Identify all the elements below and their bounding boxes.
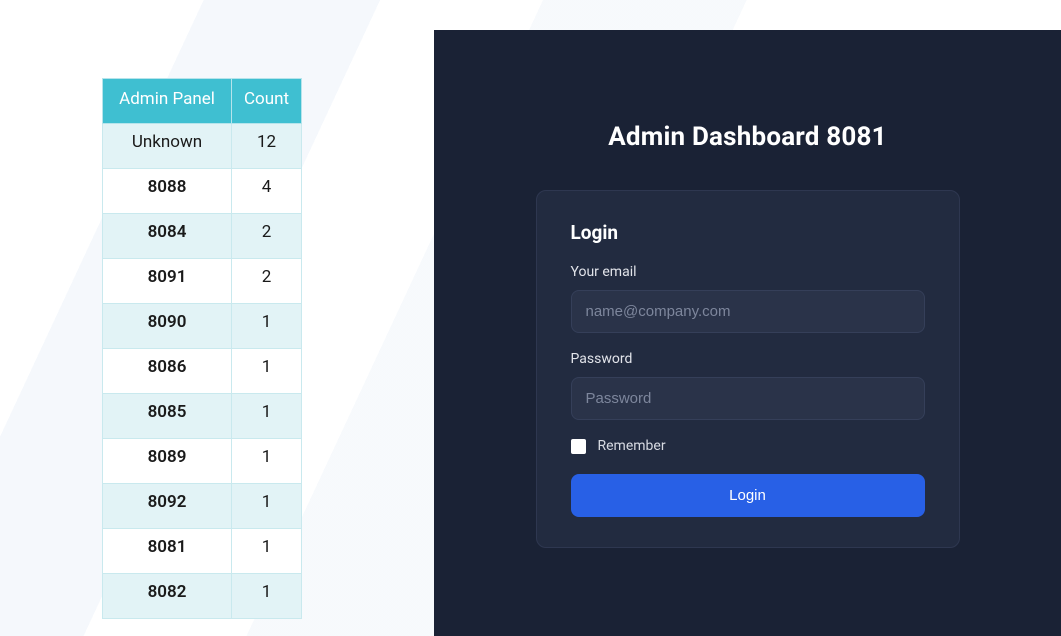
- cell-count: 1: [232, 574, 302, 619]
- table-row: Unknown12: [103, 124, 302, 169]
- cell-admin-panel: 8090: [103, 304, 232, 349]
- cell-count: 1: [232, 394, 302, 439]
- email-label: Your email: [571, 264, 925, 280]
- cell-admin-panel: 8086: [103, 349, 232, 394]
- table-row: 80811: [103, 529, 302, 574]
- cell-admin-panel: 8082: [103, 574, 232, 619]
- table-row: 80861: [103, 349, 302, 394]
- cell-admin-panel: Unknown: [103, 124, 232, 169]
- table-header-admin-panel: Admin Panel: [103, 79, 232, 124]
- login-heading: Login: [571, 221, 925, 244]
- table-row: 80891: [103, 439, 302, 484]
- table-row: 80851: [103, 394, 302, 439]
- cell-count: 1: [232, 439, 302, 484]
- cell-admin-panel: 8091: [103, 259, 232, 304]
- password-field[interactable]: [571, 377, 925, 420]
- cell-admin-panel: 8084: [103, 214, 232, 259]
- cell-admin-panel: 8088: [103, 169, 232, 214]
- cell-count: 1: [232, 484, 302, 529]
- page-title: Admin Dashboard 8081: [434, 122, 1061, 152]
- cell-admin-panel: 8085: [103, 394, 232, 439]
- table-header-count: Count: [232, 79, 302, 124]
- cell-count: 2: [232, 214, 302, 259]
- cell-count: 1: [232, 349, 302, 394]
- table-row: 80821: [103, 574, 302, 619]
- cell-count: 1: [232, 304, 302, 349]
- table-row: 80921: [103, 484, 302, 529]
- cell-count: 1: [232, 529, 302, 574]
- cell-count: 4: [232, 169, 302, 214]
- table-row: 80842: [103, 214, 302, 259]
- table-row: 80901: [103, 304, 302, 349]
- remember-checkbox[interactable]: [571, 439, 586, 454]
- cell-count: 12: [232, 124, 302, 169]
- login-card: Login Your email Password Remember Login: [536, 190, 960, 548]
- email-field[interactable]: [571, 290, 925, 333]
- remember-label: Remember: [598, 438, 666, 454]
- admin-panel-count-table: Admin Panel Count Unknown128088480842809…: [102, 78, 302, 619]
- cell-admin-panel: 8089: [103, 439, 232, 484]
- table-row: 80884: [103, 169, 302, 214]
- login-button[interactable]: Login: [571, 474, 925, 517]
- cell-admin-panel: 8092: [103, 484, 232, 529]
- dashboard-panel: Admin Dashboard 8081 Login Your email Pa…: [434, 30, 1061, 636]
- table-row: 80912: [103, 259, 302, 304]
- cell-count: 2: [232, 259, 302, 304]
- cell-admin-panel: 8081: [103, 529, 232, 574]
- password-label: Password: [571, 351, 925, 367]
